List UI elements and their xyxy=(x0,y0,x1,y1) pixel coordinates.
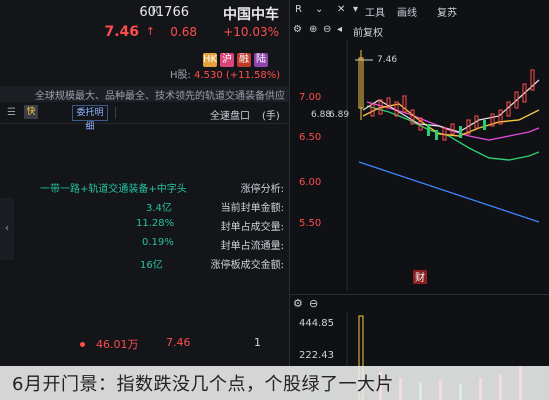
stock-price: 7.46 xyxy=(104,24,139,40)
fast-icon[interactable]: 快 xyxy=(24,105,38,119)
divider xyxy=(115,107,116,119)
h-share-label: H股: xyxy=(170,70,191,81)
volume-tick: 222.43 xyxy=(299,350,334,361)
zoom-out-icon[interactable]: ⊖ xyxy=(309,297,318,310)
stock-code: 601766 xyxy=(139,5,189,20)
series-line xyxy=(366,105,540,161)
volume-toolbar: ⚙ ⊖ xyxy=(289,294,549,313)
tool-menu[interactable]: 工具 xyxy=(365,4,385,19)
analysis-row: 11.28% 封单占成交量: xyxy=(20,218,288,237)
limit-up-analysis: 一带一路+轨道交通装备+中字头 涨停分析: 3.4亿 当前封单金额: 11.28… xyxy=(20,180,288,275)
trade-price: 7.46 xyxy=(166,336,191,349)
price-tick: 6.00 xyxy=(299,177,321,188)
analysis-label: 当前封单金额: xyxy=(220,203,284,214)
scroll-left-icon[interactable]: ◂ xyxy=(337,24,342,35)
bullet-icon xyxy=(80,342,85,347)
analysis-row: 16亿 涨停板成交金额: xyxy=(20,256,288,275)
tag-sh[interactable]: 沪 xyxy=(220,53,234,67)
stock-change: 0.68 xyxy=(170,25,197,39)
analysis-row: 0.19% 封单占流通量: xyxy=(20,237,288,256)
zoom-out-icon[interactable]: ⊖ xyxy=(323,24,331,35)
analysis-value: 0.19% xyxy=(142,237,174,248)
trade-list: 46.01万 7.46 1 xyxy=(0,336,289,354)
news-ticker[interactable]: 全球规模最大、品种最全、技术领先的轨道交通装备供应 xyxy=(0,86,289,102)
collapse-icon[interactable]: ⌄ xyxy=(315,4,323,15)
panel-tab-row: ☰ 快 委托明细 全速盘口 (手) xyxy=(0,103,289,132)
h-share-quote[interactable]: H股: 4.530 (+11.58%) xyxy=(170,66,280,81)
analysis-label: 涨停板成交金额: xyxy=(210,260,284,271)
analysis-value: 11.28% xyxy=(136,218,175,229)
volume-tick: 444.85 xyxy=(299,318,334,329)
trade-row[interactable]: 46.01万 7.46 1 xyxy=(0,336,289,354)
chart-toolbar: R ⌄ ✕ ▾ 工具 画线 复苏 xyxy=(289,0,549,22)
analysis-value: 3.4亿 xyxy=(146,203,172,214)
h-share-value: 4.530 (+11.58%) xyxy=(194,70,281,81)
menu-icon[interactable]: ☰ xyxy=(7,107,16,118)
series-line xyxy=(358,161,540,223)
recovery-menu[interactable]: 复苏 xyxy=(437,4,457,19)
settings-icon[interactable]: ⚙ xyxy=(293,297,303,310)
tag-margin[interactable]: 融 xyxy=(237,53,251,67)
price-tick: 7.00 xyxy=(299,92,321,103)
tag-connect[interactable]: 陆 xyxy=(254,53,268,67)
expand-label[interactable]: R xyxy=(295,4,302,15)
price-tick: 6.50 xyxy=(299,132,321,143)
annotation-label: 7.46 xyxy=(377,55,397,65)
trade-count: 1 xyxy=(254,336,261,349)
ma-label: 6.89 xyxy=(329,110,349,120)
analysis-row: 3.4亿 当前封单金额: xyxy=(20,199,288,218)
stock-title-row: R 601766 中国中车 xyxy=(4,3,285,23)
analysis-title-row: 一带一路+轨道交通装备+中字头 涨停分析: xyxy=(20,180,288,199)
stock-change-pct: +10.03% xyxy=(223,25,279,39)
zoom-toolbar: ⚙ ⊕ ⊖ ◂ 前复权 xyxy=(289,22,549,40)
tag-hk[interactable]: HK xyxy=(203,53,217,67)
adjust-label[interactable]: 前复权 xyxy=(353,24,383,39)
event-marker-label: 财 xyxy=(415,271,425,284)
order-detail-button[interactable]: 委托明细 xyxy=(72,105,108,132)
caption-text: 6月开门景：指数跌没几个点，个股绿了一大片 xyxy=(12,374,394,395)
trade-amount: 46.01万 xyxy=(96,338,139,351)
analysis-value: 16亿 xyxy=(140,260,163,271)
analysis-title: 涨停分析: xyxy=(240,184,284,195)
stock-name: 中国中车 xyxy=(223,7,279,23)
analysis-label: 封单占成交量: xyxy=(220,222,284,233)
analysis-label: 封单占流通量: xyxy=(220,241,284,252)
tab-fast-orderbook[interactable]: 全速盘口 xyxy=(210,107,250,122)
unit-label: (手) xyxy=(262,111,280,122)
draw-menu[interactable]: 画线 xyxy=(397,4,417,19)
analysis-concepts: 一带一路+轨道交通装备+中字头 xyxy=(40,184,187,195)
up-arrow-icon: ↑ xyxy=(145,25,155,38)
zoom-in-icon[interactable]: ⊕ xyxy=(309,24,317,35)
news-caption: 6月开门景：指数跌没几个点，个股绿了一大片 xyxy=(0,366,549,400)
news-ticker-text: 全球规模最大、品种最全、技术领先的轨道交通装备供应 xyxy=(35,91,285,102)
cross-icon[interactable]: ✕ xyxy=(337,4,345,15)
price-tick: 5.50 xyxy=(299,218,321,229)
collapse-left-icon[interactable]: ‹ xyxy=(0,198,14,260)
price-chart[interactable]: 7.00 6.50 6.00 5.50 7.46 6.88 6.89 财 xyxy=(289,40,549,290)
stock-tags: HK 沪融陆 xyxy=(200,47,268,67)
dropdown-icon[interactable]: ▾ xyxy=(353,4,358,15)
stock-price-row: 7.46 ↑ 0.68 +10.03% xyxy=(4,24,285,42)
settings-icon[interactable]: ⚙ xyxy=(293,24,302,35)
